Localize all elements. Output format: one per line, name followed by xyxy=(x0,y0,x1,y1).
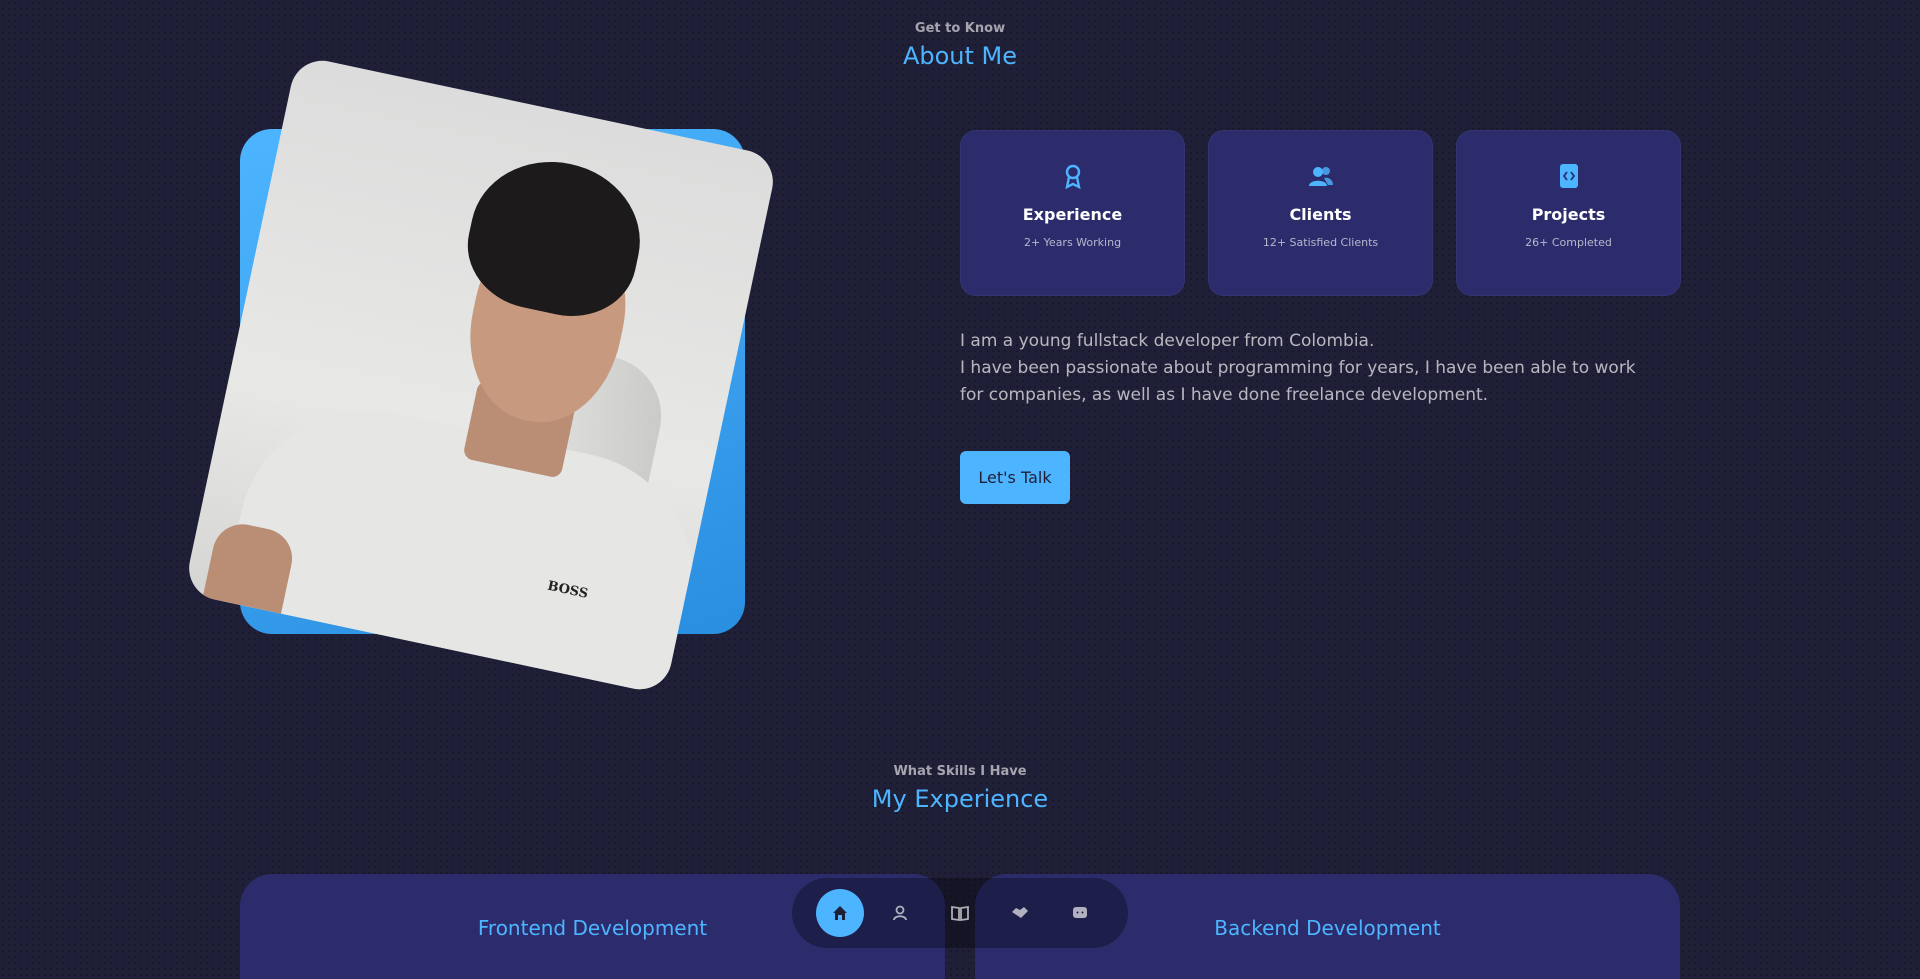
projects-card: Projects 26+ Completed xyxy=(1456,130,1681,296)
experience-card: Experience 2+ Years Working xyxy=(960,130,1185,296)
projects-card-title: Projects xyxy=(1531,205,1606,224)
about-paragraph-1: I am a young fullstack developer from Co… xyxy=(960,331,1375,351)
clients-card-detail: 12+ Satisfied Clients xyxy=(1262,236,1379,249)
about-description: I am a young fullstack developer from Co… xyxy=(960,328,1660,409)
about-subtitle: Get to Know xyxy=(914,21,1006,36)
clients-card-title: Clients xyxy=(1289,205,1352,224)
about-paragraph-2: I have been passionate about programming… xyxy=(960,358,1636,405)
about-title: About Me xyxy=(902,42,1018,70)
bottom-nav xyxy=(792,878,1128,948)
lets-talk-button[interactable]: Let's Talk xyxy=(960,451,1070,504)
experience-card-detail: 2+ Years Working xyxy=(1023,236,1122,249)
projects-card-detail: 26+ Completed xyxy=(1525,236,1612,249)
experience-title: My Experience xyxy=(871,785,1049,813)
nav-user-icon[interactable] xyxy=(876,889,924,937)
award-icon xyxy=(1060,163,1086,189)
nav-chat-icon[interactable] xyxy=(1056,889,1104,937)
clients-card: Clients 12+ Satisfied Clients xyxy=(1208,130,1433,296)
folder-code-icon xyxy=(1556,163,1582,189)
portfolio-page: Get to Know About Me BOSS Experience 2+ … xyxy=(0,0,1920,979)
about-header: Get to Know About Me xyxy=(0,21,1920,70)
experience-subtitle: What Skills I Have xyxy=(893,764,1027,779)
nav-handshake-icon[interactable] xyxy=(996,889,1044,937)
experience-header: What Skills I Have My Experience xyxy=(0,764,1920,813)
nav-book-icon[interactable] xyxy=(936,889,984,937)
users-icon xyxy=(1308,163,1334,189)
experience-card-title: Experience xyxy=(1022,205,1123,224)
nav-home-icon[interactable] xyxy=(816,889,864,937)
